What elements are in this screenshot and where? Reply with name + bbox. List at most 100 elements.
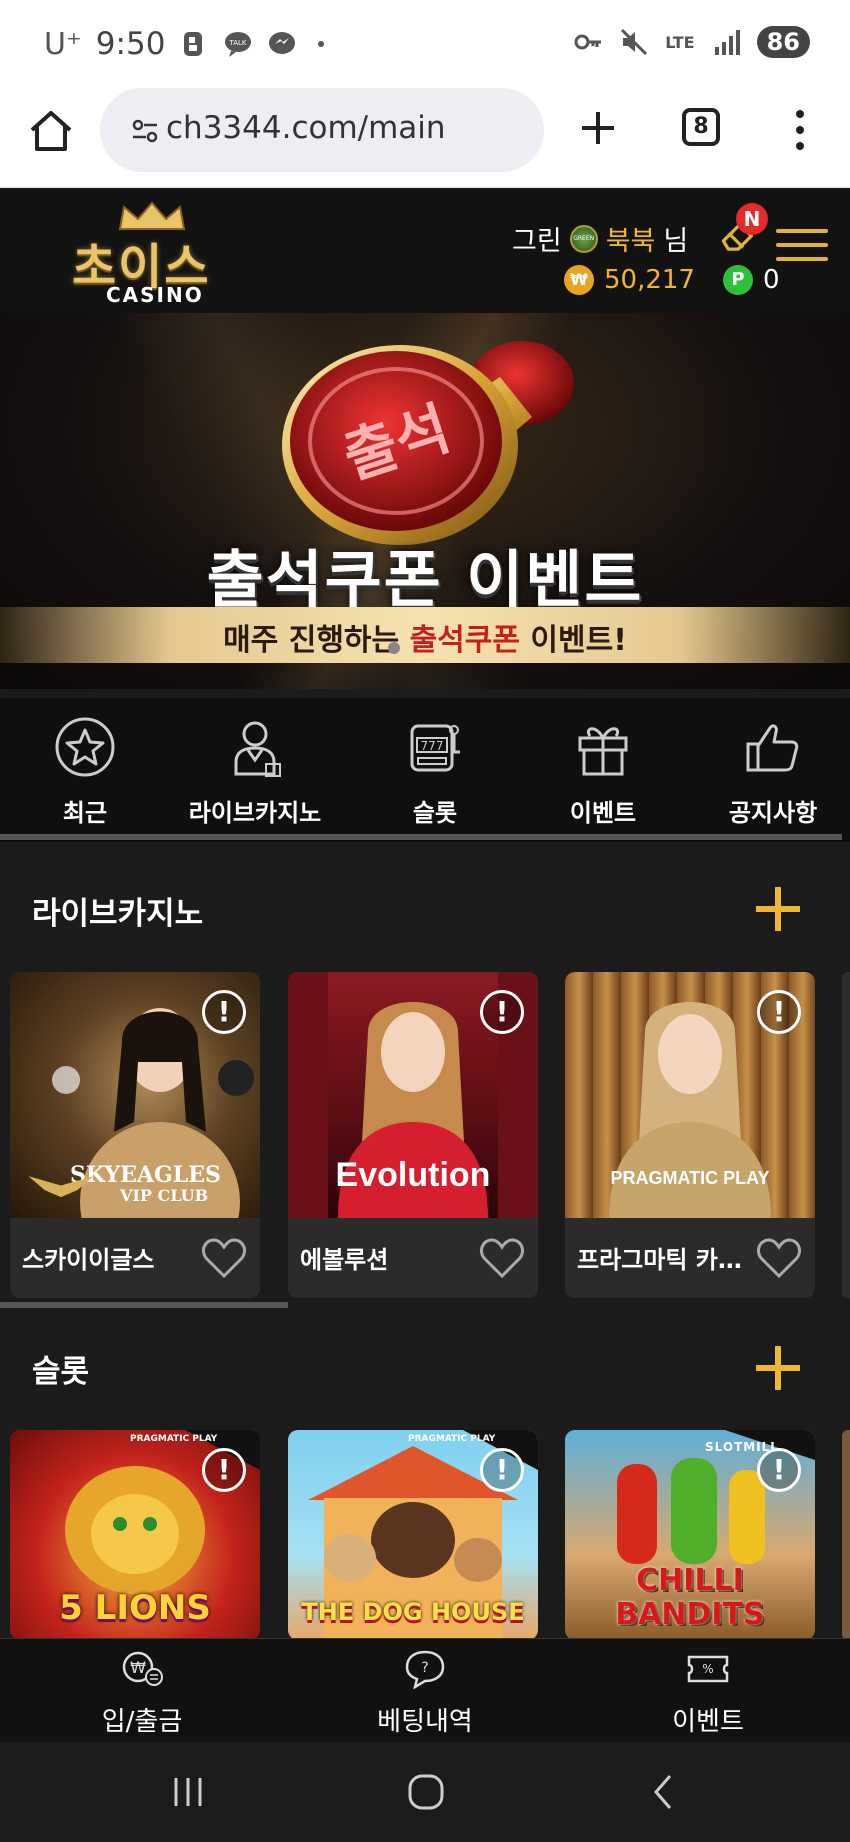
site-settings-icon[interactable] — [130, 116, 160, 146]
banner-subtitle-post: 이벤트! — [519, 623, 627, 658]
game-card-footer: 프라그마틱 카지노 — [565, 1218, 815, 1298]
carrier-label: U⁺ — [44, 26, 82, 62]
provider-logo-text: Evolution — [335, 1156, 491, 1194]
site-header: 초이스 CASINO 그린 GREEN 북북 님 N ₩ 50,217 P 0 — [0, 189, 850, 313]
point-amount: 0 — [762, 265, 780, 295]
system-navigation-bar — [0, 1742, 850, 1842]
next-card-peek — [842, 972, 850, 1298]
game-info-icon[interactable]: ! — [480, 990, 524, 1034]
nav-deposit-withdraw[interactable]: ₩ 입/출금 — [42, 1649, 242, 1738]
category-events[interactable]: 이벤트 — [518, 712, 688, 840]
game-info-icon[interactable]: ! — [480, 1448, 524, 1492]
mute-icon — [621, 28, 648, 56]
live-casino-title: 라이브카지노 — [32, 896, 204, 932]
nav-betting-history[interactable]: ? 베팅내역 — [325, 1649, 525, 1738]
game-card-skyeagles[interactable]: SKYEAGLES VIP CLUB ! 스카이이글스 — [10, 972, 260, 1298]
status-bar: U⁺ 9:50 TALK LTE 86 — [0, 0, 850, 86]
clock: 9:50 — [95, 26, 166, 62]
game-thumbnail: PRAGMATIC PLAY 5 LIONS ! — [10, 1430, 260, 1640]
level-label: 그린 — [512, 226, 562, 257]
banner-subtitle: 매주 진행하는 출석쿠폰 이벤트! — [0, 615, 850, 659]
event-banner[interactable]: 출석 출석쿠폰 이벤트 매주 진행하는 출석쿠폰 이벤트! — [0, 313, 850, 689]
tab-switcher-button[interactable]: 8 — [682, 108, 720, 146]
game-info-icon[interactable]: ! — [202, 1448, 246, 1492]
live-casino-more-button[interactable] — [754, 885, 802, 933]
back-icon[interactable] — [644, 1772, 684, 1812]
game-name: 스카이이글스 — [22, 1246, 155, 1274]
wallet-summary: ₩ 50,217 P 0 — [564, 265, 780, 295]
user-info: 그린 GREEN 북북 님 — [512, 219, 688, 258]
address-bar[interactable]: ch3344.com/main — [100, 88, 544, 172]
provider-logo-text: PRAGMATIC PLAY — [610, 1168, 770, 1188]
provider-tag: SLOTMILL — [705, 1440, 779, 1454]
slot-card-chilli-bandits[interactable]: SLOTMILL CHILLI BANDITS ! — [565, 1430, 815, 1640]
favorite-heart-icon[interactable] — [200, 1236, 248, 1280]
provider-logo-text: SKYEAGLES — [70, 1162, 221, 1188]
slot-title: CHILLI BANDITS — [615, 1563, 765, 1632]
level-badge-icon: GREEN — [569, 224, 598, 253]
category-slots[interactable]: 777 슬롯 — [350, 712, 520, 840]
deposit-withdraw-icon: ₩ — [122, 1651, 163, 1686]
network-type: LTE — [665, 32, 695, 52]
recent-apps-icon[interactable] — [168, 1772, 208, 1812]
home-button-icon[interactable] — [406, 1772, 446, 1812]
category-nav: 최근 라이브카지노 777 슬롯 이벤트 공지사항 — [0, 698, 850, 842]
event-ticket-icon: % — [687, 1655, 729, 1683]
logo-subtext: CASINO — [106, 283, 204, 307]
category-recent[interactable]: 최근 — [0, 712, 170, 840]
next-card-peek — [842, 1430, 850, 1640]
menu-hamburger-icon[interactable] — [776, 229, 828, 269]
slot-card-5-lions[interactable]: PRAGMATIC PLAY 5 LIONS ! — [10, 1430, 260, 1640]
site-logo[interactable]: 초이스 CASINO — [72, 201, 232, 307]
provider-tag: PRAGMATIC PLAY — [408, 1434, 496, 1444]
favorite-heart-icon[interactable] — [478, 1236, 526, 1280]
category-live-casino[interactable]: 라이브카지노 — [170, 712, 340, 840]
category-scrollbar[interactable] — [0, 834, 842, 840]
nav-label: 입/출금 — [101, 1707, 183, 1737]
home-icon[interactable] — [26, 106, 76, 156]
category-notices[interactable]: 공지사항 — [688, 712, 850, 840]
url-text: ch3344.com/main — [166, 110, 446, 146]
notification-button[interactable]: N — [716, 203, 768, 259]
dealer-icon — [234, 721, 281, 777]
provider-logo-subtext: VIP CLUB — [120, 1186, 209, 1205]
game-card-pragmatic[interactable]: PRAGMATIC PLAY ! 프라그마틱 카지노 — [565, 972, 815, 1298]
eagle-logo-icon — [28, 1176, 94, 1198]
new-tab-icon[interactable] — [576, 106, 620, 150]
game-thumbnail: PRAGMATIC PLAY THE DOG HOUSE ! — [288, 1430, 538, 1640]
svg-text:TALK: TALK — [229, 39, 247, 47]
provider-tag: PRAGMATIC PLAY — [130, 1434, 218, 1444]
messenger-icon — [269, 32, 296, 54]
more-notifications-dot-icon — [318, 41, 325, 47]
live-casino-scrollbar[interactable] — [0, 1302, 288, 1308]
game-thumbnail: SLOTMILL CHILLI BANDITS ! — [565, 1430, 815, 1640]
game-thumbnail: SKYEAGLES VIP CLUB ! — [10, 972, 260, 1218]
game-card-footer: 스카이이글스 — [10, 1218, 260, 1298]
game-thumbnail: PRAGMATIC PLAY ! — [565, 972, 815, 1218]
coin-icon: ₩ — [564, 265, 594, 295]
banner-subtitle-highlight: 출석쿠폰 — [409, 623, 520, 658]
slots-title: 슬롯 — [32, 1354, 90, 1390]
thumbs-up-icon — [746, 724, 799, 772]
game-info-icon[interactable]: ! — [202, 990, 246, 1034]
slots-more-button[interactable] — [754, 1344, 802, 1392]
carousel-indicator-dot[interactable] — [388, 642, 400, 654]
banner-title: 출석쿠폰 이벤트 — [206, 543, 644, 616]
svg-text:777: 777 — [421, 739, 444, 753]
game-name: 프라그마틱 카지노 — [577, 1246, 747, 1274]
browser-menu-icon[interactable] — [792, 108, 808, 152]
banner-subtitle-pre: 매주 진행하는 — [223, 623, 410, 658]
game-name: 에볼루션 — [300, 1246, 389, 1274]
point-icon: P — [722, 265, 753, 295]
game-card-evolution[interactable]: Evolution ! 에볼루션 — [288, 972, 538, 1298]
game-info-icon[interactable]: ! — [757, 990, 801, 1034]
game-card-footer: 에볼루션 — [288, 1218, 538, 1298]
game-thumbnail: Evolution ! — [288, 972, 538, 1218]
vpn-key-icon — [574, 34, 602, 50]
svg-text:?: ? — [421, 1660, 428, 1676]
nav-events[interactable]: % 이벤트 — [608, 1649, 808, 1738]
game-info-icon[interactable]: ! — [757, 1448, 801, 1492]
favorite-heart-icon[interactable] — [755, 1236, 803, 1280]
user-honorific: 님 — [663, 226, 689, 257]
slot-card-dog-house[interactable]: PRAGMATIC PLAY THE DOG HOUSE ! — [288, 1430, 538, 1640]
